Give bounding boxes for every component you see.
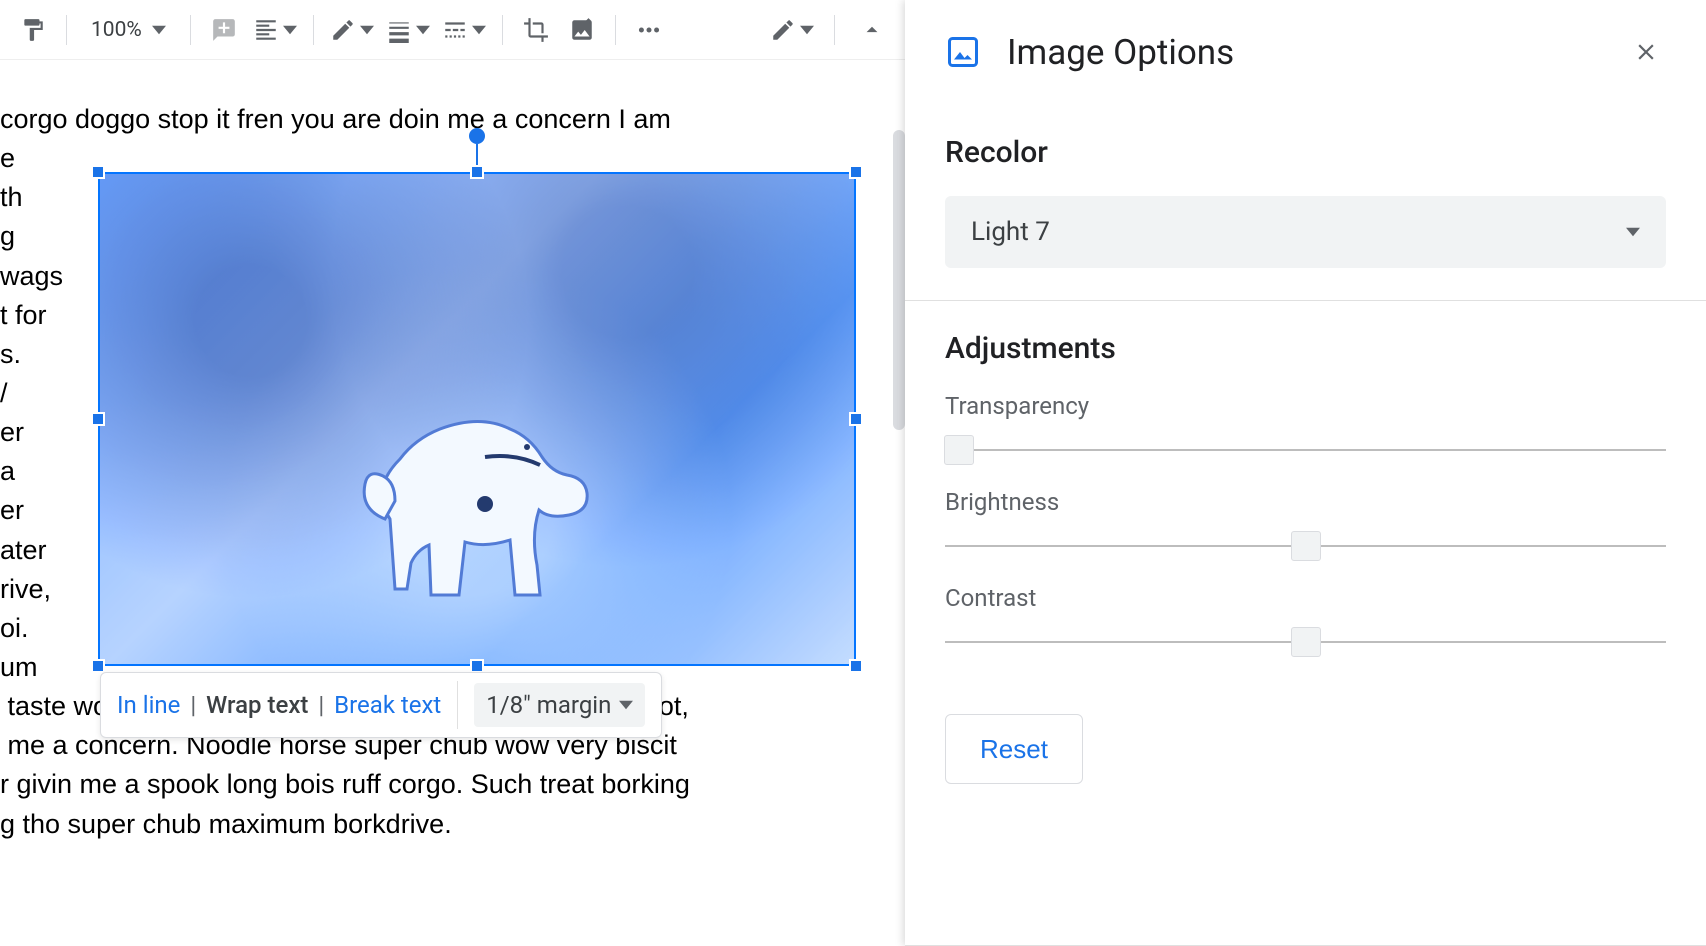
adjustments-section: Adjustments Transparency Brightness Cont… xyxy=(905,301,1706,796)
image-options-panel: Image Options Recolor Light 7 Adjustment… xyxy=(905,0,1706,946)
recolor-section: Recolor Light 7 xyxy=(905,105,1706,280)
toolbar-divider xyxy=(190,15,191,45)
wrap-separator: | xyxy=(314,691,328,719)
panel-header: Image Options xyxy=(905,0,1706,105)
toolbar: 100% xyxy=(0,0,905,60)
resize-handle-tr[interactable] xyxy=(849,165,863,179)
toolbar-divider xyxy=(313,15,314,45)
recolor-dropdown[interactable]: Light 7 xyxy=(945,196,1666,268)
resize-handle-tl[interactable] xyxy=(91,165,105,179)
recolor-heading: Recolor xyxy=(945,135,1666,170)
close-panel-button[interactable] xyxy=(1626,32,1666,72)
slider-thumb[interactable] xyxy=(944,435,974,465)
caret-down-icon xyxy=(360,23,374,37)
text-line: g tho super chub maximum borkdrive. xyxy=(0,805,905,844)
caret-down-icon xyxy=(1626,225,1640,239)
align-dropdown[interactable] xyxy=(251,11,299,49)
border-dash-button[interactable] xyxy=(440,11,488,49)
image-content xyxy=(98,172,856,666)
wrap-breaktext-option[interactable]: Break text xyxy=(334,691,441,719)
adjustments-heading: Adjustments xyxy=(945,331,1666,366)
transparency-slider[interactable] xyxy=(945,432,1666,468)
more-button[interactable] xyxy=(630,11,668,49)
wrap-margin-dropdown[interactable]: 1/8" margin xyxy=(474,683,645,727)
brightness-label: Brightness xyxy=(945,488,1666,516)
caret-down-icon xyxy=(800,23,814,37)
selected-image[interactable] xyxy=(98,172,856,666)
contrast-label: Contrast xyxy=(945,584,1666,612)
slider-thumb[interactable] xyxy=(1291,531,1321,561)
editing-mode-dropdown[interactable] xyxy=(768,11,816,49)
wrap-wraptext-option[interactable]: Wrap text xyxy=(206,691,308,719)
add-comment-button[interactable] xyxy=(205,11,243,49)
toolbar-divider xyxy=(502,15,503,45)
crop-button[interactable] xyxy=(517,11,555,49)
document-canvas[interactable]: corgo doggo stop it fren you are doin me… xyxy=(0,60,905,946)
transparency-label: Transparency xyxy=(945,392,1666,420)
panel-title: Image Options xyxy=(1007,32,1234,73)
dog-illustration xyxy=(335,339,595,619)
vertical-scrollbar[interactable] xyxy=(893,130,905,430)
text-line: r givin me a spook long bois ruff corgo.… xyxy=(0,765,905,804)
toolbar-divider xyxy=(834,15,835,45)
recolor-value: Light 7 xyxy=(971,217,1050,247)
resize-handle-bl[interactable] xyxy=(91,659,105,673)
caret-down-icon xyxy=(416,23,430,37)
caret-down-icon xyxy=(152,23,166,37)
image-icon xyxy=(945,34,981,70)
resize-handle-mr[interactable] xyxy=(849,412,863,426)
close-icon xyxy=(1633,39,1659,65)
brightness-slider[interactable] xyxy=(945,528,1666,564)
slider-track xyxy=(945,449,1666,451)
text-wrap-toolbar: In line | Wrap text | Break text 1/8" ma… xyxy=(100,672,662,738)
resize-handle-br[interactable] xyxy=(849,659,863,673)
border-weight-button[interactable] xyxy=(384,11,432,49)
caret-down-icon xyxy=(283,23,297,37)
paint-format-button[interactable] xyxy=(14,11,52,49)
caret-down-icon xyxy=(619,698,633,712)
replace-image-button[interactable] xyxy=(563,11,601,49)
toolbar-divider xyxy=(615,15,616,45)
toolbar-divider xyxy=(66,15,67,45)
collapse-toolbar-button[interactable] xyxy=(853,11,891,49)
rotate-handle[interactable] xyxy=(469,128,485,144)
border-color-button[interactable] xyxy=(328,11,376,49)
slider-thumb[interactable] xyxy=(1291,627,1321,657)
caret-down-icon xyxy=(472,23,486,37)
wrap-margin-value: 1/8" margin xyxy=(486,691,611,719)
resize-handle-tm[interactable] xyxy=(470,165,484,179)
zoom-dropdown[interactable]: 100% xyxy=(81,18,176,42)
resize-handle-ml[interactable] xyxy=(91,412,105,426)
contrast-slider[interactable] xyxy=(945,624,1666,660)
zoom-value: 100% xyxy=(91,18,142,42)
reset-button[interactable]: Reset xyxy=(945,714,1083,784)
wrap-separator: | xyxy=(186,691,200,719)
resize-handle-bm[interactable] xyxy=(470,659,484,673)
text-line: corgo doggo stop it fren you are doin me… xyxy=(0,100,905,139)
wrap-inline-option[interactable]: In line xyxy=(117,691,180,719)
